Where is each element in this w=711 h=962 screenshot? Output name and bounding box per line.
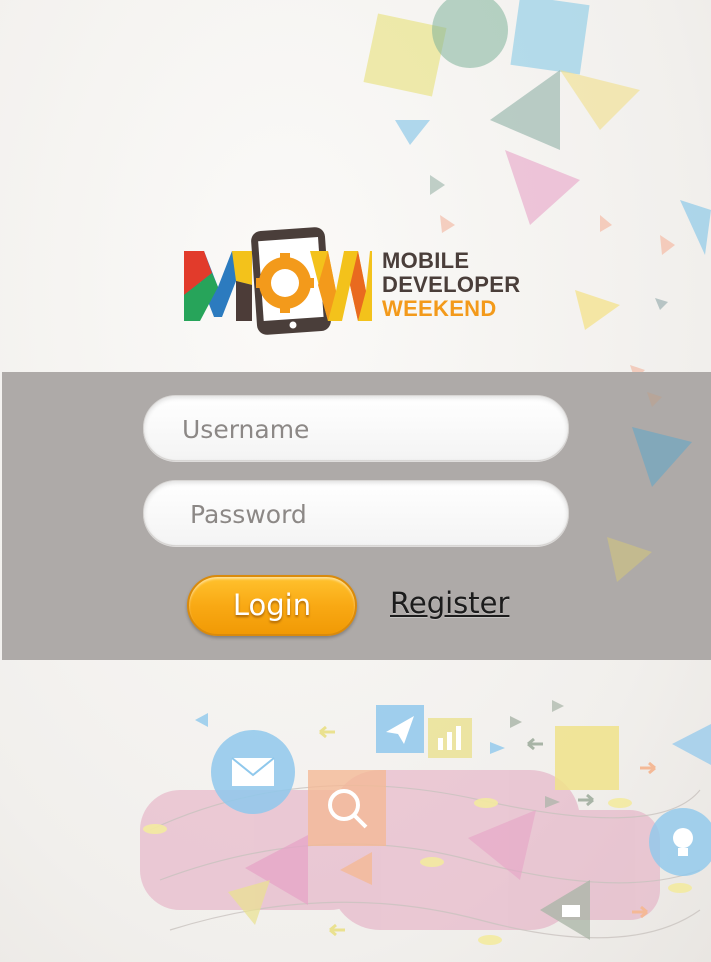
gadget-icon — [555, 726, 619, 790]
mail-icon — [211, 730, 295, 814]
logo-line-weekend: WEEKEND — [382, 296, 497, 321]
lightbulb-icon — [649, 808, 711, 876]
username-input[interactable] — [180, 396, 544, 462]
cart-icon — [540, 880, 590, 940]
chart-icon — [428, 718, 472, 758]
logo-wordmark: MOBILE DEVELOPER WEEKEND — [382, 249, 520, 321]
mdw-logo-mark — [184, 227, 372, 335]
password-input[interactable] — [188, 481, 552, 547]
world-map — [140, 770, 660, 930]
logo: MOBILE DEVELOPER WEEKEND — [182, 225, 542, 337]
logo-line-developer: DEVELOPER — [382, 272, 521, 297]
paper-plane-icon — [376, 705, 424, 753]
search-icon — [308, 770, 386, 846]
logo-line-mobile: MOBILE — [382, 248, 470, 273]
login-button[interactable]: Login — [187, 575, 357, 636]
password-field[interactable] — [143, 480, 569, 547]
username-field[interactable] — [143, 395, 569, 462]
login-screen: MOBILE DEVELOPER WEEKEND Login Register — [0, 0, 711, 962]
register-link[interactable]: Register — [390, 586, 509, 620]
